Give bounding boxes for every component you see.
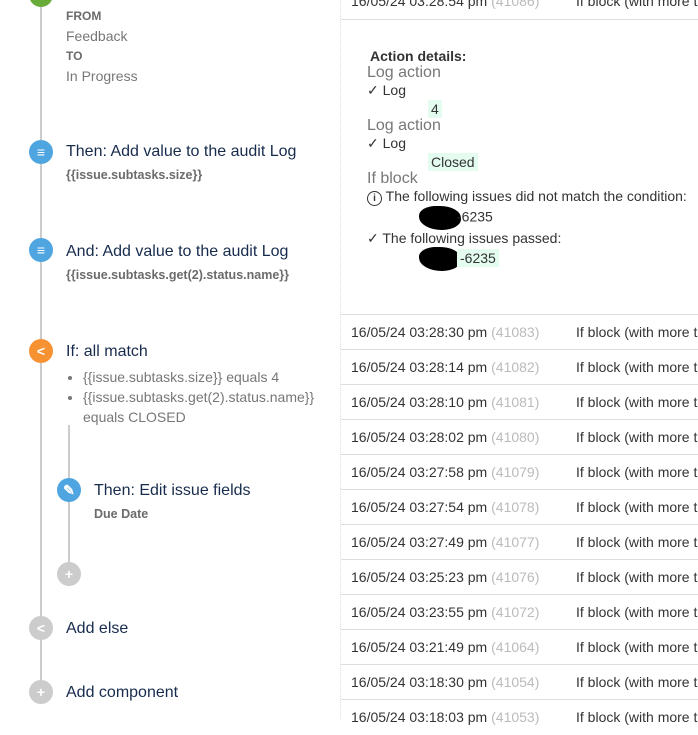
log-desc: If block (with more th (576, 499, 698, 515)
check-icon: ✓ (367, 230, 379, 246)
add-else-label[interactable]: Add else (66, 620, 128, 638)
log-id: (41076) (491, 569, 540, 585)
log-time: 16/05/24 03:27:54 pm (351, 499, 488, 515)
log-value: Closed (428, 153, 478, 171)
log-time: 16/05/24 03:21:49 pm (351, 639, 488, 655)
from-value: Feedback (66, 28, 128, 44)
log-row[interactable]: 16/05/24 03:28:02 pm (41080) If block (wi… (341, 419, 698, 455)
step-title[interactable]: Then: Add value to the audit Log (66, 143, 296, 161)
if-block-title: If block (367, 170, 418, 187)
log-desc: If block (with more th (576, 604, 698, 620)
step-sub: {{issue.subtasks.size}} (66, 168, 203, 182)
log-time: 16/05/24 03:28:10 pm (351, 394, 488, 410)
audit-log-panel: 16/05/24 03:28:54 pm (41086) If block (w… (340, 0, 698, 725)
trigger-icon[interactable] (29, 0, 53, 7)
log-time: 16/05/24 03:23:55 pm (351, 604, 488, 620)
log-id: (41053) (491, 709, 540, 725)
info-icon: i (367, 191, 382, 206)
log-time: 16/05/24 03:28:14 pm (351, 359, 488, 375)
log-icon[interactable]: ≡ (29, 140, 53, 164)
check-icon: ✓ (367, 82, 379, 98)
add-component-icon[interactable]: + (29, 680, 53, 704)
log-label: Log (382, 135, 406, 151)
issue-key[interactable]: -6235 (457, 209, 493, 225)
log-icon[interactable]: ≡ (29, 238, 53, 262)
redacted-key (419, 247, 461, 271)
log-desc: If block (with more th (576, 709, 698, 725)
log-time: 16/05/24 03:27:49 pm (351, 534, 488, 550)
log-row[interactable]: 16/05/24 03:28:30 pm (41083) If block (wi… (341, 314, 698, 350)
redacted-key (419, 206, 461, 230)
log-time: 16/05/24 03:28:02 pm (351, 429, 488, 445)
add-else-icon[interactable]: < (29, 616, 53, 640)
log-time: 16/05/24 03:28:54 pm (351, 0, 488, 9)
condition-item: {{issue.subtasks.size}} equals 4 (83, 367, 323, 387)
log-desc: If block (with more th (576, 639, 698, 655)
log-time: 16/05/24 03:28:30 pm (351, 324, 488, 340)
log-row[interactable]: 16/05/24 03:21:49 pm (41064) If block (wi… (341, 629, 698, 665)
log-time: 16/05/24 03:25:23 pm (351, 569, 488, 585)
to-value: In Progress (66, 68, 138, 84)
log-desc: If block (with more th (576, 0, 698, 9)
from-label: FROM (66, 9, 102, 23)
edit-sub: Due Date (94, 507, 149, 521)
log-row[interactable]: 16/05/24 03:27:49 pm (41077) If block (wi… (341, 524, 698, 560)
log-action-title: Log action (367, 117, 441, 134)
log-id: (41078) (491, 499, 540, 515)
log-value: 4 (428, 100, 442, 118)
step-sub: {{issue.subtasks.get(2).status.name}} (66, 268, 290, 282)
log-desc: If block (with more th (576, 324, 698, 340)
check-icon: ✓ (367, 135, 379, 151)
passed-text: The following issues passed: (382, 230, 562, 246)
issue-key[interactable]: -6235 (457, 248, 499, 267)
pencil-icon[interactable]: ✎ (57, 478, 81, 502)
log-time: 16/05/24 03:18:30 pm (351, 674, 488, 690)
if-title[interactable]: If: all match (66, 343, 148, 361)
log-row[interactable]: 16/05/24 03:27:58 pm (41079) If block (wi… (341, 454, 698, 490)
log-desc: If block (with more th (576, 429, 698, 445)
log-desc: If block (with more th (576, 534, 698, 550)
log-time: 16/05/24 03:18:03 pm (351, 709, 488, 725)
log-id: (41083) (491, 324, 540, 340)
log-id: (41081) (491, 394, 540, 410)
log-row-expanded[interactable]: 16/05/24 03:28:54 pm (41086) If block (w… (341, 0, 698, 20)
action-details: Action details: Log action ✓ Log 4 Log a… (367, 48, 687, 271)
log-row[interactable]: 16/05/24 03:18:30 pm (41054) If block (wi… (341, 664, 698, 700)
log-id: (41080) (491, 429, 540, 445)
log-id: (41082) (491, 359, 540, 375)
log-desc: If block (with more th (576, 359, 698, 375)
log-desc: If block (with more th (576, 674, 698, 690)
log-id: (41077) (491, 534, 540, 550)
log-desc: If block (with more th (576, 569, 698, 585)
log-row[interactable]: 16/05/24 03:28:14 pm (41082) If block (wi… (341, 349, 698, 385)
branch-icon[interactable]: < (29, 339, 53, 363)
log-row[interactable]: 16/05/24 03:18:03 pm (41053) If block (wi… (341, 699, 698, 735)
log-id: (41079) (491, 464, 540, 480)
log-time: 16/05/24 03:27:58 pm (351, 464, 488, 480)
log-label: Log (382, 82, 406, 98)
log-id: (41064) (491, 639, 540, 655)
add-nested-button[interactable]: + (57, 562, 81, 586)
log-id: (41072) (491, 604, 540, 620)
step-title[interactable]: And: Add value to the audit Log (66, 243, 288, 261)
log-desc: If block (with more th (576, 394, 698, 410)
log-row[interactable]: 16/05/24 03:23:55 pm (41072) If block (wi… (341, 594, 698, 630)
log-row[interactable]: 16/05/24 03:28:10 pm (41081) If block (wi… (341, 384, 698, 420)
not-match-text: The following issues did not match the c… (385, 188, 687, 204)
log-id: (41054) (491, 674, 540, 690)
log-desc: If block (with more th (576, 464, 698, 480)
details-heading: Action details: (370, 48, 467, 64)
edit-title[interactable]: Then: Edit issue fields (94, 482, 251, 500)
log-row[interactable]: 16/05/24 03:25:23 pm (41076) If block (wi… (341, 559, 698, 595)
to-label: TO (66, 49, 83, 63)
log-id: (41086) (491, 0, 540, 9)
log-row[interactable]: 16/05/24 03:27:54 pm (41078) If block (wi… (341, 489, 698, 525)
condition-item: {{issue.subtasks.get(2).status.name}} eq… (83, 387, 323, 427)
add-component-label[interactable]: Add component (66, 684, 178, 702)
log-action-title: Log action (367, 64, 441, 81)
